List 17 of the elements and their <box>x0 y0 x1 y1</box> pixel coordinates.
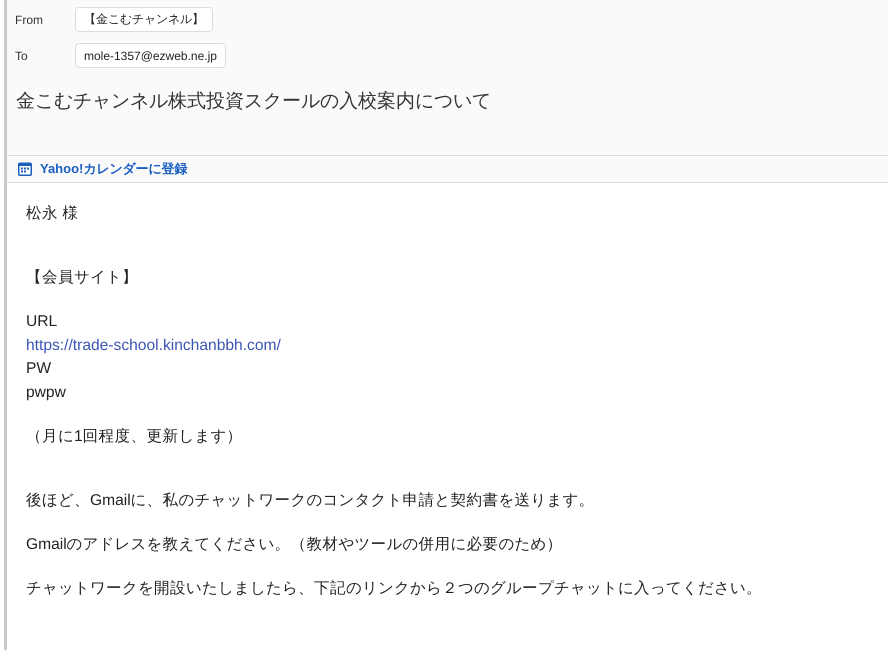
body-text: 松永 様 <box>26 204 78 224</box>
body-text: PW <box>26 359 52 380</box>
add-to-calendar-link[interactable]: Yahoo!カレンダーに登録 <box>40 160 188 178</box>
url-link[interactable]: https://trade-school.kinchanbbh.com/ <box>26 334 281 358</box>
body-text: pwpw <box>26 382 66 403</box>
field-label: From <box>15 12 44 26</box>
body-text: チャットワークを開設いたしましたら、下記のリンクから２つのグループチャットに入ってください。 <box>26 579 762 600</box>
address-chip[interactable]: 【金こむチャンネル】 <box>75 7 213 32</box>
body-text: （月に1回程度、更新します） <box>26 427 243 448</box>
calendar-icon <box>17 161 33 177</box>
body-text: Gmailのアドレスを教えてください。（教材やツールの併用に必要のため） <box>26 535 563 556</box>
body-text: 【会員サイト】 <box>26 268 138 288</box>
subject-title: 金こむチャンネル株式投資スクールの入校案内について <box>16 90 492 114</box>
body-text: 後ほど、Gmailに、私のチャットワークのコンタクト申請と契約書を送ります。 <box>26 491 595 512</box>
address-chip[interactable]: mole-1357@ezweb.ne.jp <box>75 43 226 68</box>
body-text: URL <box>26 312 58 332</box>
field-label: To <box>15 48 29 62</box>
